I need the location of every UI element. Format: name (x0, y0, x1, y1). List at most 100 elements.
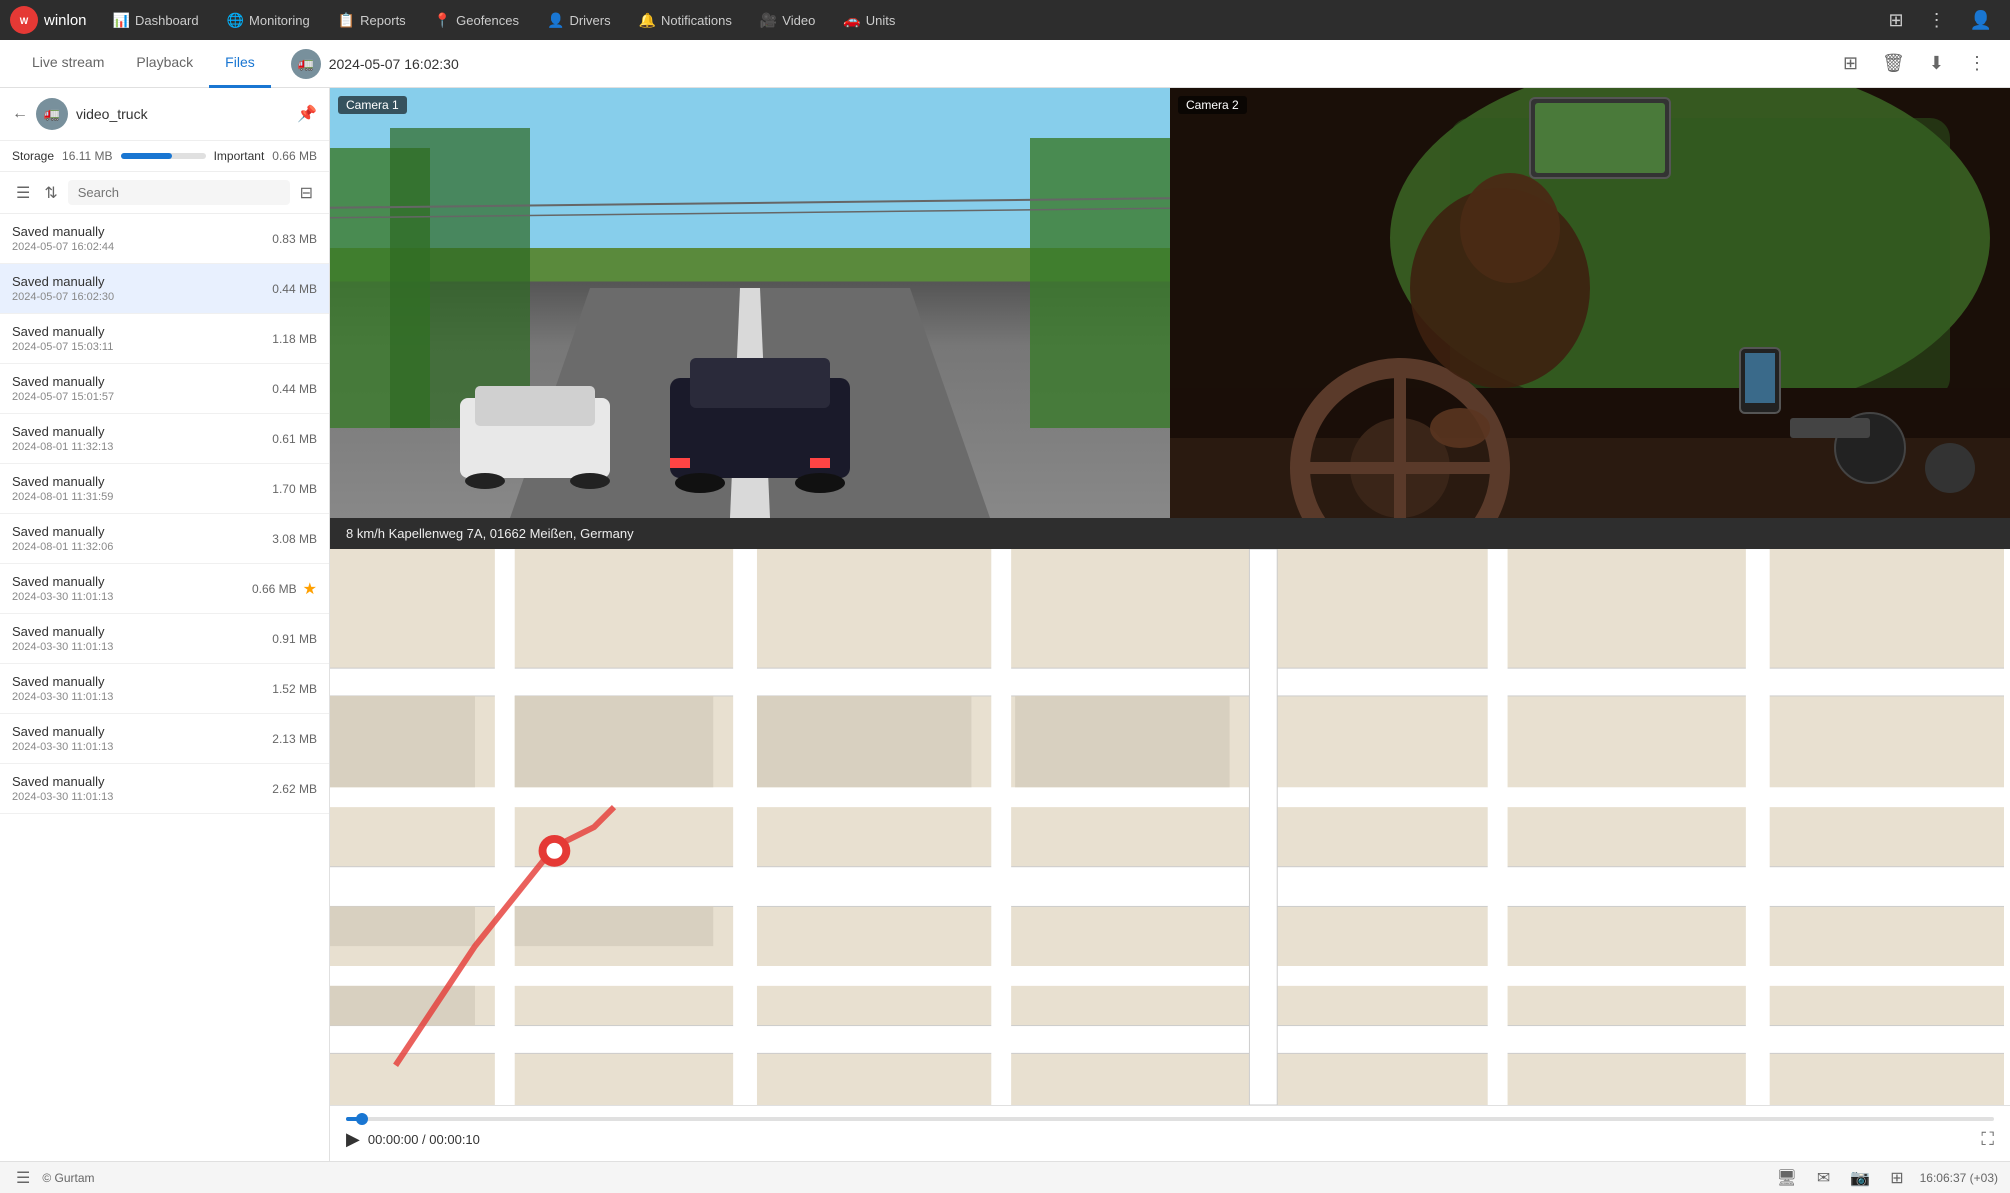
tab-files[interactable]: Files (209, 40, 271, 88)
bottom-toggle-button[interactable]: ☰ (12, 1166, 34, 1190)
file-date: 2024-03-30 11:01:13 (12, 691, 264, 703)
file-title: Saved manually (12, 774, 264, 789)
file-title: Saved manually (12, 324, 264, 339)
list-item[interactable]: Saved manually 2024-03-30 11:01:13 2.62 … (0, 764, 329, 814)
list-item[interactable]: Saved manually 2024-05-07 15:03:11 1.18 … (0, 314, 329, 364)
list-item[interactable]: Saved manually 2024-05-07 15:01:57 0.44 … (0, 364, 329, 414)
list-item[interactable]: Saved manually 2024-03-30 11:01:13 2.13 … (0, 714, 329, 764)
camera-2-cell: Camera 2 (1170, 88, 2010, 518)
logo-icon: W (10, 6, 38, 34)
nav-dashboard[interactable]: 📊 Dashboard (101, 0, 211, 40)
list-item[interactable]: Saved manually 2024-03-30 11:01:13 0.66 … (0, 564, 329, 614)
bottom-icon4[interactable]: ⊞ (1886, 1166, 1907, 1190)
camera-1-cell: Camera 1 (330, 88, 1170, 518)
location-bar: 8 km/h Kapellenweg 7A, 01662 Meißen, Ger… (330, 518, 2010, 549)
nav-video[interactable]: 🎥 Video (748, 0, 827, 40)
nav-geofences[interactable]: 📍 Geofences (422, 0, 531, 40)
camera-1-feed (330, 88, 1170, 518)
sidebar: ← 🚛 video_truck 📌 Storage 16.11 MB Impor… (0, 88, 330, 1161)
map-background: + − 0 100m © 2024 Map data (330, 549, 2010, 1105)
more-button[interactable]: ⋮ (1920, 6, 1954, 35)
logo-area: W winlon (10, 6, 87, 34)
file-date: 2024-03-30 11:01:13 (12, 591, 244, 603)
list-item[interactable]: Saved manually 2024-03-30 11:01:13 0.91 … (0, 614, 329, 664)
speed-location-text: 8 km/h Kapellenweg 7A, 01662 Meißen, Ger… (346, 526, 634, 541)
bottom-right: 🖥 ✉ 📷 ⊞ 16:06:37 (+03) (1773, 1166, 1998, 1190)
bottom-icon2[interactable]: ✉ (1813, 1166, 1834, 1190)
file-size: 0.66 MB (252, 582, 297, 596)
file-title: Saved manually (12, 374, 264, 389)
list-item[interactable]: Saved manually 2024-08-01 11:32:06 3.08 … (0, 514, 329, 564)
search-input[interactable] (68, 180, 290, 205)
time-display: 00:00:00 / 00:00:10 (368, 1132, 480, 1147)
file-info: Saved manually 2024-08-01 11:32:06 (12, 524, 264, 553)
file-title: Saved manually (12, 674, 264, 689)
units-icon: 🚗 (843, 12, 860, 29)
play-button[interactable]: ▶ (346, 1129, 360, 1150)
pin-button[interactable]: 📌 (297, 104, 317, 124)
map-container: + − 0 100m © 2024 Map data (330, 549, 2010, 1105)
user-button[interactable]: 👤 (1962, 6, 2000, 35)
list-item[interactable]: Saved manually 2024-08-01 11:31:59 1.70 … (0, 464, 329, 514)
delete-button[interactable]: 🗑 (1874, 49, 1913, 78)
unit-avatar: 🚛 (36, 98, 68, 130)
header-action-buttons: ⊞ 🗑 ⬇ ⋮ (1835, 49, 1994, 78)
nav-notifications[interactable]: 🔔 Notifications (627, 0, 744, 40)
file-date: 2024-03-30 11:01:13 (12, 791, 264, 803)
cam1-svg (330, 88, 1170, 518)
file-date: 2024-08-01 11:32:13 (12, 441, 264, 453)
file-title: Saved manually (12, 574, 244, 589)
list-view-button[interactable]: ☰ (12, 181, 34, 205)
logo-text: winlon (44, 12, 87, 29)
file-size: 2.13 MB (272, 732, 317, 746)
nav-reports[interactable]: 📋 Reports (326, 0, 418, 40)
player-bar: ▶ 00:00:00 / 00:00:10 ⛶ (330, 1105, 2010, 1161)
file-size: 1.70 MB (272, 482, 317, 496)
grid-button[interactable]: ⊞ (1880, 6, 1911, 35)
download-button[interactable]: ⬇ (1921, 49, 1952, 78)
list-item[interactable]: Saved manually 2024-03-30 11:01:13 1.52 … (0, 664, 329, 714)
storage-bar-container (121, 153, 206, 159)
storage-row: Storage 16.11 MB Important 0.66 MB (0, 141, 329, 172)
tab-live-stream[interactable]: Live stream (16, 40, 120, 88)
nav-video-label: Video (782, 13, 815, 28)
options-button[interactable]: ⋮ (1960, 49, 1994, 78)
file-title: Saved manually (12, 424, 264, 439)
top-navigation: W winlon 📊 Dashboard 🌐 Monitoring 📋 Repo… (0, 0, 2010, 40)
list-item[interactable]: Saved manually 2024-05-07 16:02:44 0.83 … (0, 214, 329, 264)
list-item[interactable]: Saved manually 2024-08-01 11:32:13 0.61 … (0, 414, 329, 464)
nav-units[interactable]: 🚗 Units (831, 0, 907, 40)
nav-monitoring[interactable]: 🌐 Monitoring (215, 0, 322, 40)
storage-bar-fill (121, 153, 172, 159)
nav-units-label: Units (866, 13, 896, 28)
back-button[interactable]: ← (12, 105, 28, 123)
filter-button[interactable]: ⊟ (296, 181, 317, 205)
list-item[interactable]: Saved manually 2024-05-07 16:02:30 0.44 … (0, 264, 329, 314)
file-info: Saved manually 2024-08-01 11:31:59 (12, 474, 264, 503)
nav-monitoring-label: Monitoring (249, 13, 310, 28)
split-view-button[interactable]: ⊞ (1835, 49, 1866, 78)
timestamp-text: 2024-05-07 16:02:30 (329, 56, 459, 72)
file-info: Saved manually 2024-03-30 11:01:13 (12, 574, 244, 603)
bottom-icon1[interactable]: 🖥 (1773, 1166, 1801, 1190)
progress-thumb (356, 1113, 368, 1125)
video-grid: Camera 1 (330, 88, 2010, 518)
file-size: 1.52 MB (272, 682, 317, 696)
svg-text:W: W (20, 16, 29, 26)
file-size: 0.44 MB (272, 382, 317, 396)
unit-name: video_truck (76, 106, 148, 122)
nav-drivers[interactable]: 👤 Drivers (535, 0, 623, 40)
file-date: 2024-05-07 16:02:30 (12, 291, 264, 303)
tab-files-label: Files (225, 54, 255, 70)
geofences-icon: 📍 (434, 12, 451, 29)
header-timestamp: 🚛 2024-05-07 16:02:30 (291, 49, 459, 79)
nav-right-actions: ⊞ ⋮ 👤 (1880, 6, 2000, 35)
fullscreen-button[interactable]: ⛶ (1981, 1129, 1994, 1150)
file-title: Saved manually (12, 224, 264, 239)
tab-playback[interactable]: Playback (120, 40, 209, 88)
progress-track[interactable] (346, 1117, 1994, 1121)
nav-notifications-label: Notifications (661, 13, 732, 28)
notifications-icon: 🔔 (639, 12, 656, 29)
bottom-icon3[interactable]: 📷 (1846, 1166, 1874, 1190)
filter-options-button[interactable]: ⇅ (40, 181, 61, 205)
